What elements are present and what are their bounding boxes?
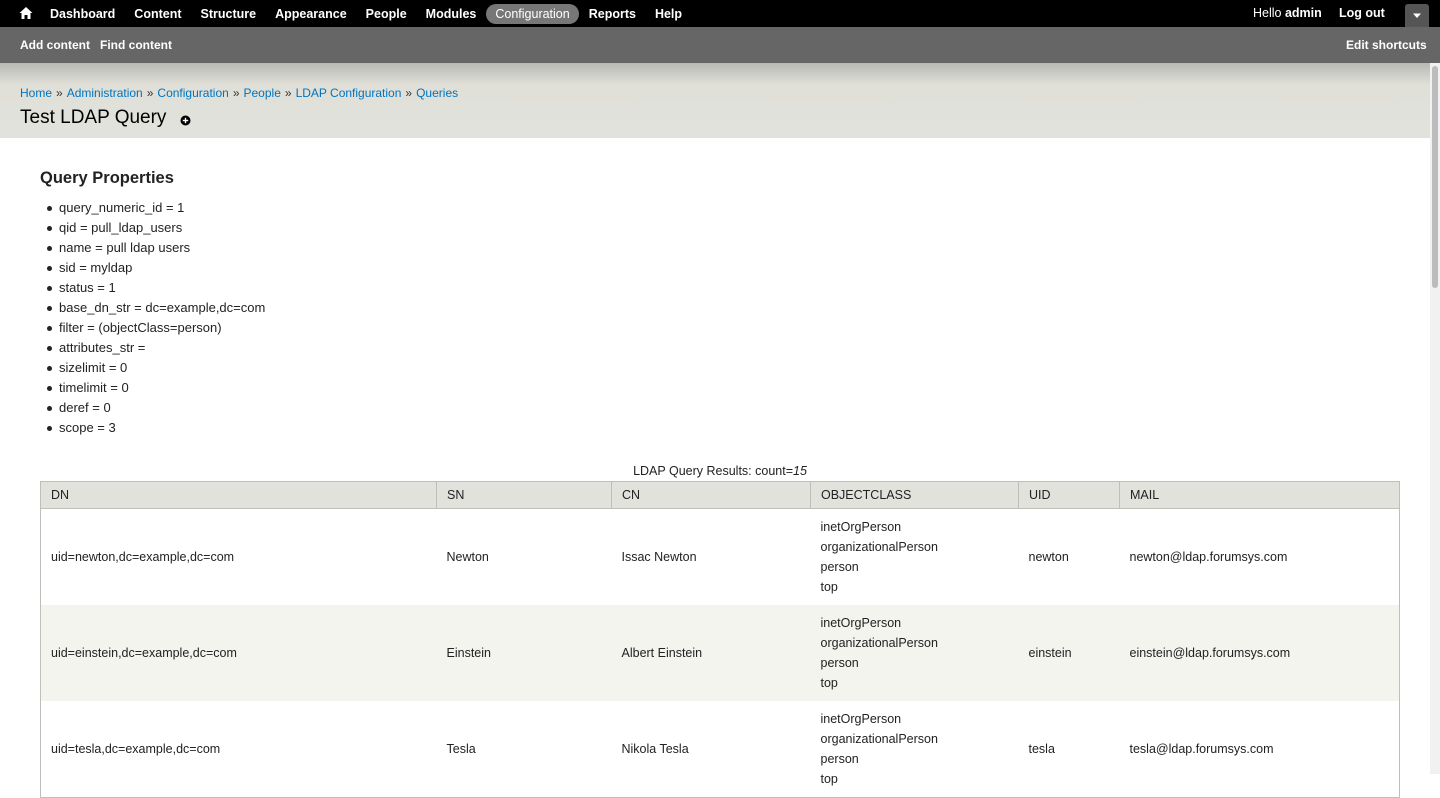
objectclass-value: top <box>820 580 838 594</box>
column-header-uid: UID <box>1018 481 1120 509</box>
cell-mail: einstein@ldap.forumsys.com <box>1119 605 1400 701</box>
breadcrumb-separator: » <box>146 86 154 100</box>
list-item: timelimit = 0 <box>46 378 265 398</box>
query-properties-list: query_numeric_id = 1 qid = pull_ldap_use… <box>40 198 265 438</box>
cell-objectclass: inetOrgPerson organizationalPerson perso… <box>811 509 1019 606</box>
menu-item-modules[interactable]: Modules <box>417 4 486 24</box>
cell-uid: tesla <box>1028 742 1055 756</box>
list-item: sizelimit = 0 <box>46 358 265 378</box>
objectclass-value: top <box>820 772 838 786</box>
results-table: DN SN CN OBJECTCLASS UID MAIL uid=newton… <box>40 481 1400 798</box>
table-row: uid=einstein,dc=example,dc=com Einstein … <box>40 605 1400 701</box>
cell-objectclass: inetOrgPerson organizationalPerson perso… <box>810 605 1019 701</box>
menu-item-appearance[interactable]: Appearance <box>266 4 356 24</box>
breadcrumb-queries[interactable]: Queries <box>416 86 458 100</box>
cell-sn: Newton <box>446 550 489 564</box>
admin-toolbar: Dashboard Content Structure Appearance P… <box>0 0 1440 28</box>
vertical-scrollbar[interactable] <box>1430 63 1440 774</box>
table-header-row: DN SN CN OBJECTCLASS UID MAIL <box>40 481 1400 509</box>
breadcrumb: Home» Administration» Configuration» People… <box>20 86 458 100</box>
cell-dn: uid=einstein,dc=example,dc=com <box>40 605 437 701</box>
logout-link[interactable]: Log out <box>1339 6 1385 20</box>
cell-cn: Albert Einstein <box>611 605 811 701</box>
objectclass-value: inetOrgPerson <box>820 712 902 726</box>
list-item: scope = 3 <box>46 418 265 438</box>
edit-shortcuts-link[interactable]: Edit shortcuts <box>1346 38 1427 52</box>
add-shortcut-icon[interactable] <box>180 115 191 126</box>
objectclass-value: inetOrgPerson <box>820 616 902 630</box>
list-item: filter = (objectClass=person) <box>46 318 265 338</box>
column-header-dn: DN <box>40 481 437 509</box>
list-item: query_numeric_id = 1 <box>46 198 265 218</box>
greeting-text: Hello <box>1253 6 1285 20</box>
page-title: Test LDAP Query <box>20 107 167 128</box>
menu-item-people[interactable]: People <box>357 4 416 24</box>
cell-sn: Einstein <box>436 605 612 701</box>
breadcrumb-administration[interactable]: Administration <box>67 86 143 100</box>
menu-item-content[interactable]: Content <box>125 4 190 24</box>
column-header-cn: CN <box>611 481 811 509</box>
list-item: deref = 0 <box>46 398 265 418</box>
column-header-sn: SN <box>436 481 612 509</box>
menu-item-dashboard[interactable]: Dashboard <box>41 4 124 24</box>
menu-item-reports[interactable]: Reports <box>580 4 645 24</box>
toolbar-menu: Dashboard Content Structure Appearance P… <box>41 0 692 27</box>
user-greeting: Hello admin <box>1253 6 1322 20</box>
cell-mail: newton@ldap.forumsys.com <box>1129 550 1288 564</box>
page-header: Home» Administration» Configuration» People… <box>0 63 1430 138</box>
breadcrumb-separator: » <box>284 86 292 100</box>
list-item: base_dn_str = dc=example,dc=com <box>46 298 265 318</box>
objectclass-value: person <box>820 656 859 670</box>
cell-cn: Issac Newton <box>621 550 697 564</box>
column-header-mail: MAIL <box>1119 481 1400 509</box>
username-link[interactable]: admin <box>1285 6 1322 20</box>
table-row: uid=newton,dc=example,dc=com Newton Issa… <box>41 509 1400 606</box>
menu-item-help[interactable]: Help <box>646 4 691 24</box>
cell-uid: newton <box>1028 550 1069 564</box>
results-caption-label: LDAP Query Results: count= <box>633 464 793 478</box>
breadcrumb-people[interactable]: People <box>244 86 281 100</box>
menu-item-structure[interactable]: Structure <box>192 4 266 24</box>
cell-dn: uid=newton,dc=example,dc=com <box>51 550 235 564</box>
objectclass-value: organizationalPerson <box>820 636 938 650</box>
list-item: attributes_str = <box>46 338 265 358</box>
breadcrumb-separator: » <box>56 86 63 100</box>
column-header-objectclass: OBJECTCLASS <box>810 481 1019 509</box>
list-item: name = pull ldap users <box>46 238 265 258</box>
objectclass-value: person <box>820 560 859 574</box>
objectclass-value: inetOrgPerson <box>820 520 902 534</box>
menu-item-configuration[interactable]: Configuration <box>486 3 579 24</box>
objectclass-value: person <box>820 752 859 766</box>
objectclass-value: organizationalPerson <box>820 540 938 554</box>
breadcrumb-configuration[interactable]: Configuration <box>157 86 228 100</box>
breadcrumb-separator: » <box>405 86 413 100</box>
cell-uid: einstein <box>1018 605 1120 701</box>
cell-mail: tesla@ldap.forumsys.com <box>1129 742 1274 756</box>
scrollbar-thumb[interactable] <box>1432 66 1438 288</box>
table-row: uid=tesla,dc=example,dc=com Tesla Nikola… <box>41 701 1400 798</box>
add-content-link[interactable]: Add content <box>20 38 90 52</box>
objectclass-value: top <box>820 676 838 690</box>
shortcuts-toggle-button[interactable] <box>1405 4 1429 28</box>
breadcrumb-home[interactable]: Home <box>20 86 52 100</box>
breadcrumb-separator: » <box>232 86 240 100</box>
find-content-link[interactable]: Find content <box>100 38 172 52</box>
results-count: 15 <box>793 464 807 478</box>
results-caption: LDAP Query Results: count=15 <box>40 464 1400 478</box>
list-item: sid = myldap <box>46 258 265 278</box>
cell-objectclass: inetOrgPerson organizationalPerson perso… <box>811 701 1019 798</box>
cell-sn: Tesla <box>446 742 476 756</box>
cell-cn: Nikola Tesla <box>621 742 689 756</box>
objectclass-value: organizationalPerson <box>820 732 938 746</box>
list-item: status = 1 <box>46 278 265 298</box>
list-item: qid = pull_ldap_users <box>46 218 265 238</box>
breadcrumb-ldap-configuration[interactable]: LDAP Configuration <box>296 86 402 100</box>
chevron-down-icon <box>1413 13 1421 18</box>
cell-dn: uid=tesla,dc=example,dc=com <box>51 742 221 756</box>
home-icon[interactable] <box>18 5 34 21</box>
shortcuts-bar: Add content Find content Edit shortcuts <box>0 27 1440 63</box>
query-properties-title: Query Properties <box>40 169 174 187</box>
